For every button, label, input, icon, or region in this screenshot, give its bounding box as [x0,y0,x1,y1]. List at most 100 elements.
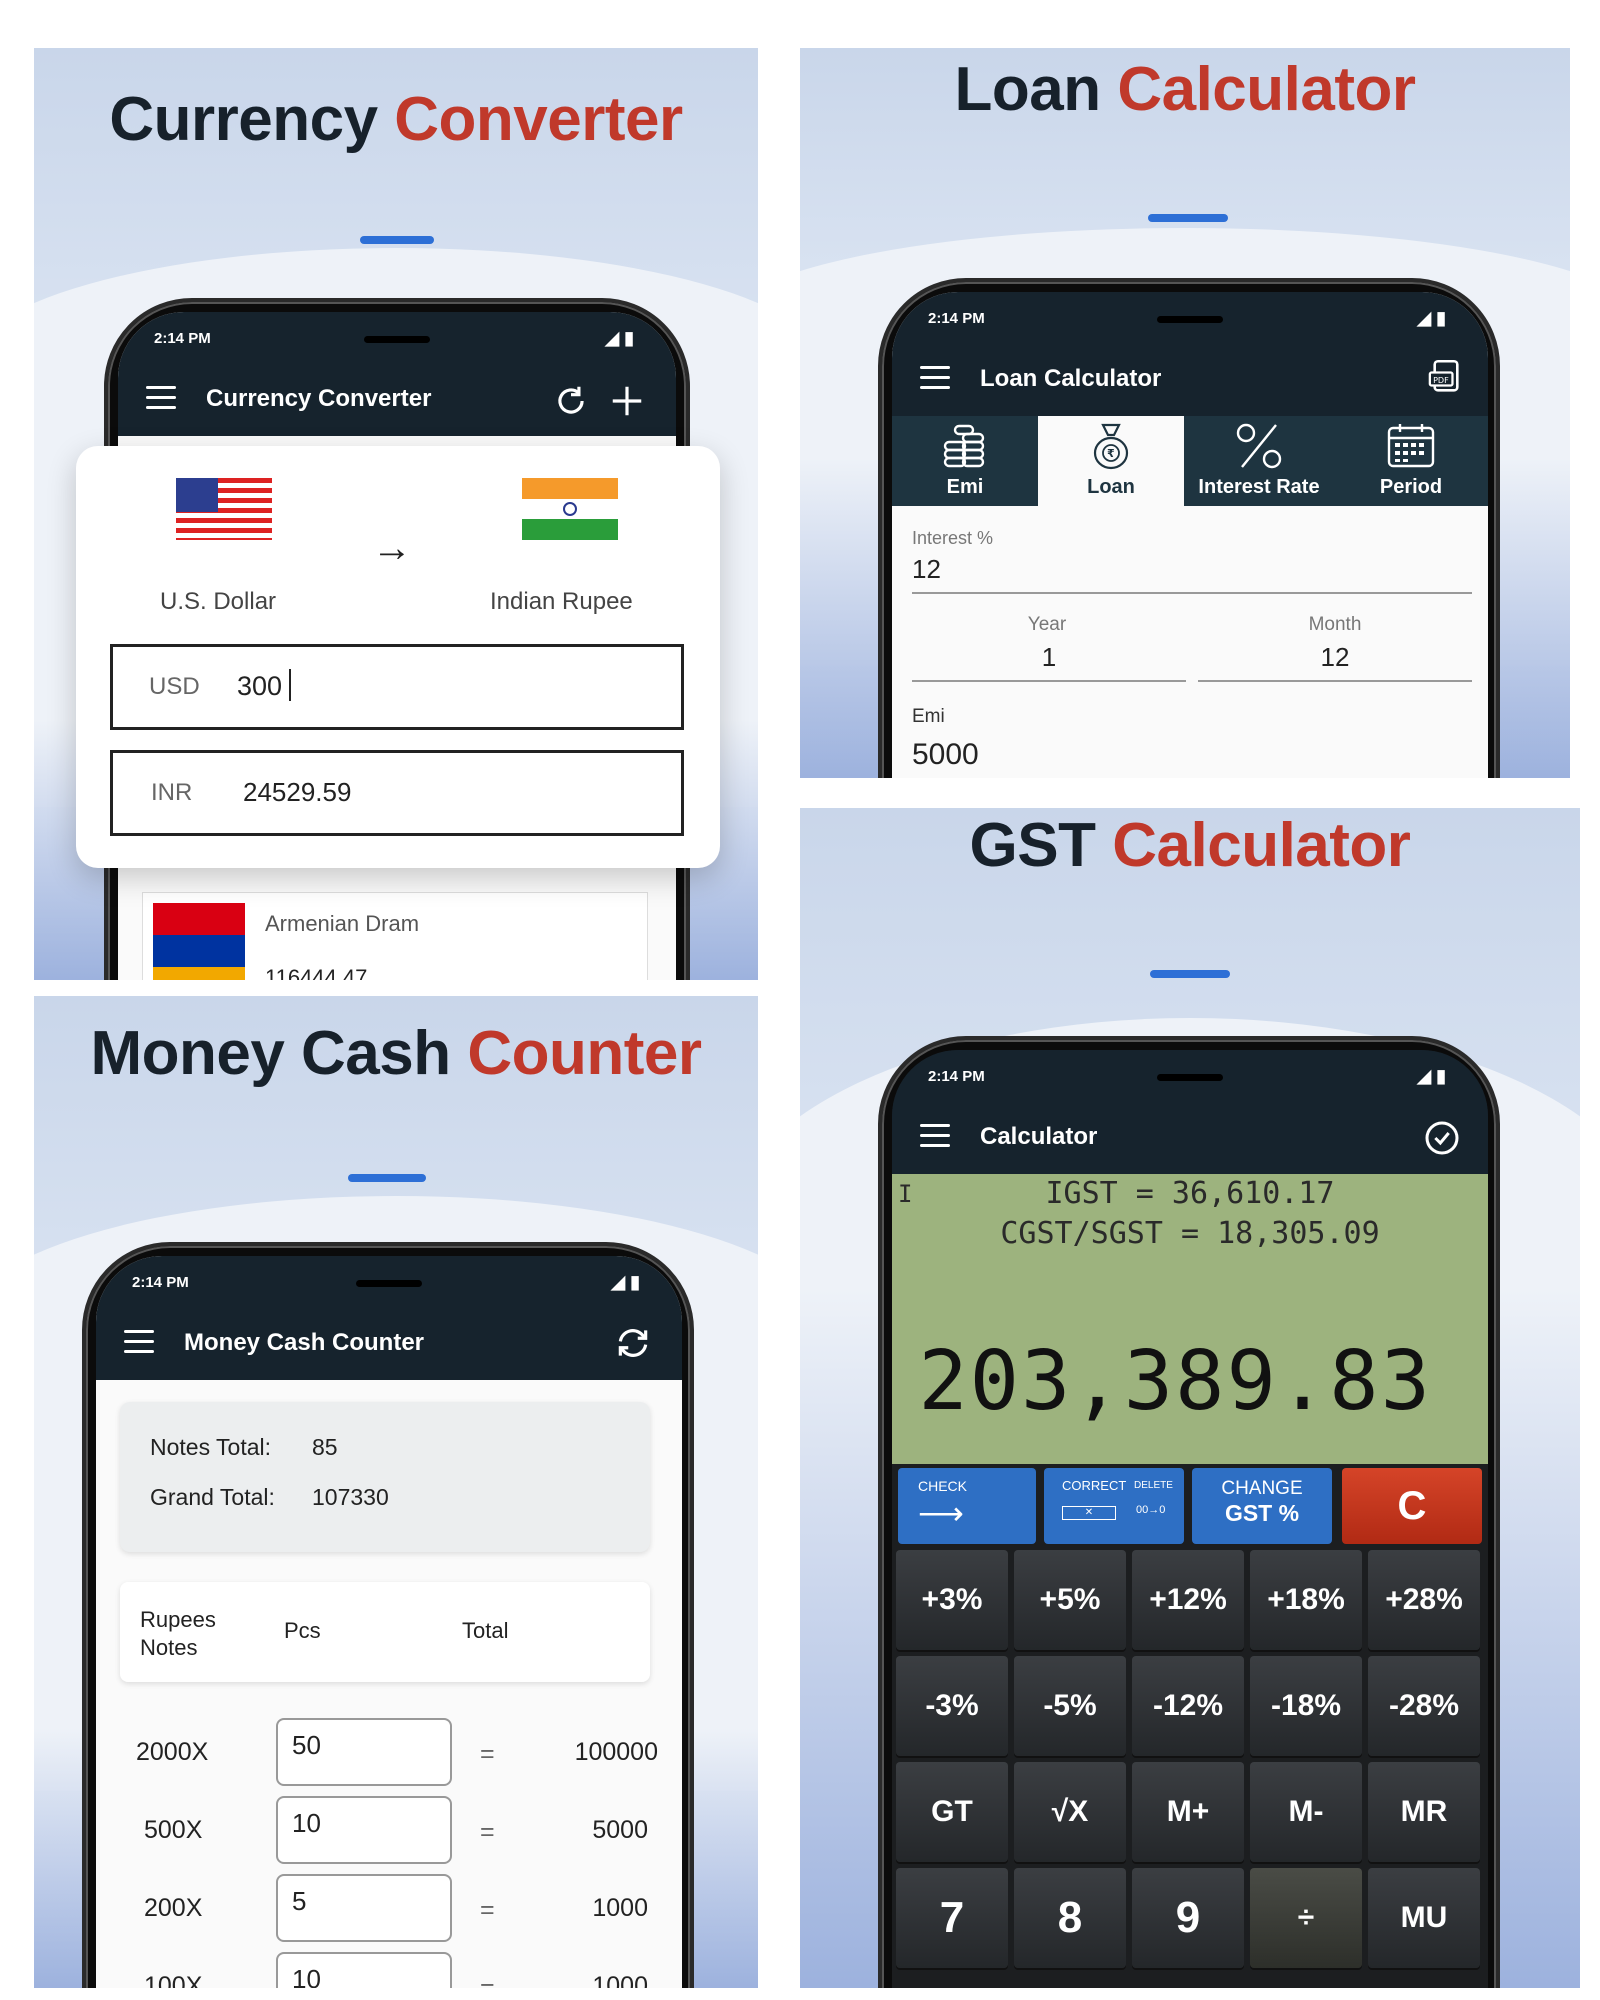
key-plus-18[interactable]: +18% [1250,1550,1362,1650]
key-9[interactable]: 9 [1132,1868,1244,1968]
menu-icon[interactable] [920,1124,950,1147]
emi-label: Emi [912,706,945,727]
menu-icon[interactable] [920,366,950,389]
history-icon[interactable] [1422,1118,1462,1158]
keypad: +3% +5% +12% +18% +28% -3% -5% -12% -18%… [892,1550,1488,1988]
signal-battery-icon: ◢ ▮ [605,328,634,348]
key-grand-total[interactable]: GT [896,1762,1008,1862]
pdf-icon[interactable]: PDF [1426,358,1466,400]
phone-frame: 2:14 PM ◢ ▮ Money Cash Counter Notes Tot… [82,1242,694,1988]
slide-indicator [360,236,434,244]
from-currency-name: U.S. Dollar [160,588,277,615]
pcs-input[interactable]: 5 [276,1874,452,1942]
key-memory-plus[interactable]: M+ [1132,1762,1244,1862]
from-amount-value: 300 [237,671,283,701]
year-field[interactable]: 1 [912,642,1186,682]
key-memory-recall[interactable]: MR [1368,1762,1480,1862]
status-bar: 2:14 PM ◢ ▮ [118,312,676,360]
status-bar: 2:14 PM ◢ ▮ [96,1256,682,1304]
key-memory-minus[interactable]: M- [1250,1762,1362,1862]
panel-title: Loan Calculator [954,55,1416,124]
calendar-icon [1387,424,1435,468]
svg-text:₹: ₹ [1107,447,1115,460]
column-header-pcs: Pcs [284,1618,321,1643]
note-denomination: 500X [144,1816,203,1844]
svg-text:PDF: PDF [1433,376,1449,385]
check-button[interactable]: CHECK ⟶ [898,1468,1036,1544]
pcs-input[interactable]: 10 [276,1796,452,1864]
clear-button[interactable]: C [1342,1468,1482,1544]
year-value: 1 [1041,642,1057,672]
from-amount-field[interactable]: USD 300 [110,644,684,730]
key-minus-12[interactable]: -12% [1132,1656,1244,1756]
tab-period[interactable]: Period [1334,416,1488,506]
reset-icon[interactable] [614,1324,652,1362]
pcs-input[interactable]: 10 [276,1952,452,1988]
refresh-icon[interactable] [552,382,590,420]
month-field[interactable]: 12 [1198,642,1472,682]
grand-total-label: Grand Total: [150,1484,275,1510]
app-bar: Money Cash Counter [96,1304,682,1380]
equals-sign: = [480,1818,495,1846]
app-title: Money Cash Counter [184,1329,425,1356]
currency-list-item[interactable]: Armenian Dram 116444.47 [142,892,648,980]
key-7[interactable]: 7 [896,1868,1008,1968]
list-item-value: 116444.47 [265,965,368,980]
tab-emi[interactable]: Emi [892,416,1038,506]
column-header-total: Total [462,1618,509,1643]
interest-label: Interest % [912,528,994,548]
table-header: Rupees Notes Pcs Total [120,1582,650,1682]
money-bag-icon: ₹ [1093,423,1129,470]
key-divide[interactable]: ÷ [1250,1868,1362,1968]
month-value: 12 [1320,642,1350,672]
loan-tabs: Emi ₹ Loan Interest Rate Period [892,416,1488,506]
key-minus-28[interactable]: -28% [1368,1656,1480,1756]
converter-card: → U.S. Dollar Indian Rupee USD 300 INR 2… [76,446,720,868]
tab-interest-rate[interactable]: Interest Rate [1184,416,1334,506]
list-item-name: Armenian Dram [265,911,420,936]
to-currency-code: INR [151,779,193,806]
row-total: 1000 [592,1972,648,1988]
key-minus-18[interactable]: -18% [1250,1656,1362,1756]
correct-delete-button[interactable]: CORRECT DELETE ✕ 00→0 [1044,1468,1184,1544]
note-row: 200X 5 = 1000 [96,1874,682,1944]
arrow-right-icon: ⟶ [918,1495,964,1531]
change-gst-button[interactable]: CHANGE GST % [1192,1468,1332,1544]
interest-field[interactable]: 12 [912,554,1472,594]
armenia-flag-icon [153,903,245,980]
tab-loan[interactable]: ₹ Loan [1038,416,1184,506]
slide-indicator [1150,970,1230,978]
lcd-display: I IGST = 36,610.17 CGST/SGST = 18,305.09… [892,1174,1488,1464]
note-denomination: 100X [144,1972,203,1988]
key-square-root[interactable]: √X [1014,1762,1126,1862]
equals-sign: = [480,1974,495,1988]
panel-title: GST Calculator [969,811,1411,880]
row-total: 5000 [592,1816,648,1844]
phone-frame: 2:14 PM ◢ ▮ Calculator I IGST = 36,610.1… [878,1036,1500,1988]
to-amount-field[interactable]: INR 24529.59 [110,750,684,836]
pcs-input[interactable]: 50 [276,1718,452,1786]
india-flag-icon[interactable] [522,478,618,540]
key-plus-12[interactable]: +12% [1132,1550,1244,1650]
key-8[interactable]: 8 [1014,1868,1126,1968]
to-amount-value: 24529.59 [243,777,352,807]
key-markup[interactable]: MU [1368,1868,1480,1968]
note-row: 100X 10 = 1000 [96,1952,682,1988]
row-total: 100000 [574,1738,658,1766]
app-title: Currency Converter [206,385,432,412]
us-flag-icon[interactable] [176,478,272,540]
menu-icon[interactable] [124,1330,154,1353]
app-title: Calculator [980,1123,1098,1150]
swap-arrow-icon[interactable]: → [372,526,412,571]
key-plus-3[interactable]: +3% [896,1550,1008,1650]
menu-icon[interactable] [146,386,176,409]
key-minus-3[interactable]: -3% [896,1656,1008,1756]
app-title: Loan Calculator [980,365,1162,392]
key-plus-28[interactable]: +28% [1368,1550,1480,1650]
add-icon[interactable] [608,382,646,420]
key-plus-5[interactable]: +5% [1014,1550,1126,1650]
percent-icon [1236,423,1282,469]
emi-value[interactable]: 5000 [912,738,979,772]
phone-screen: 2:14 PM ◢ ▮ Calculator I IGST = 36,610.1… [892,1050,1488,1988]
key-minus-5[interactable]: -5% [1014,1656,1126,1756]
